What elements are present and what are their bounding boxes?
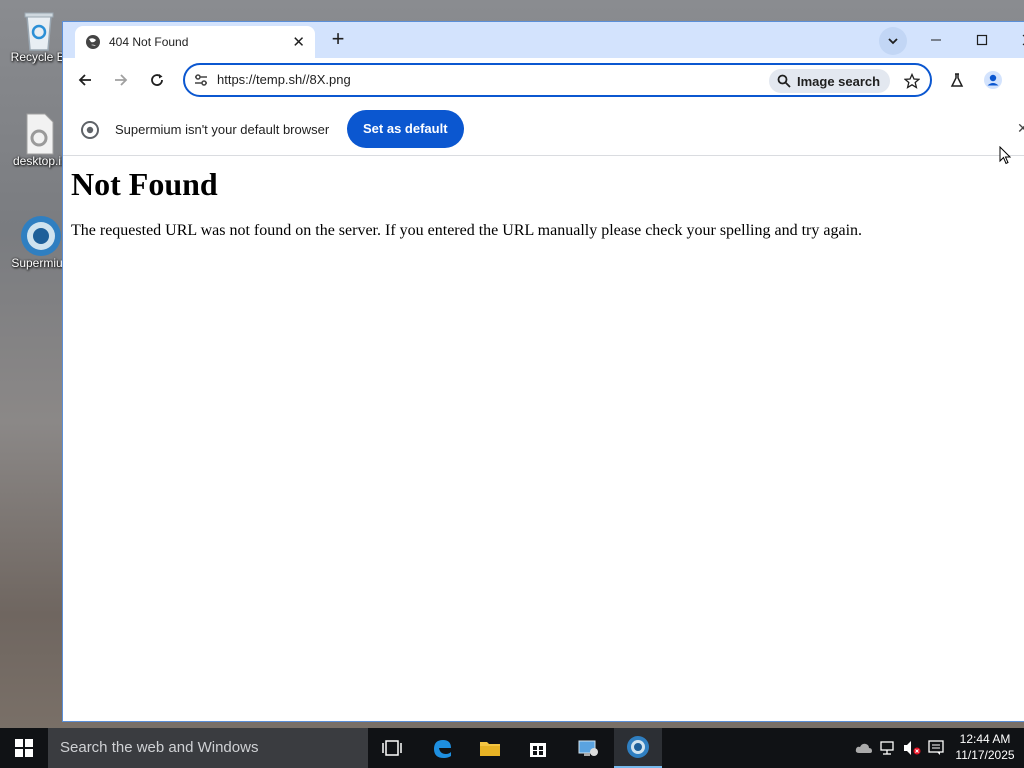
globe-icon	[85, 34, 101, 50]
taskbar-clock[interactable]: 12:44 AM 11/17/2025	[950, 731, 1020, 763]
minimize-icon	[931, 39, 941, 41]
taskbar-search-box[interactable]: Search the web and Windows	[48, 728, 368, 768]
minimize-button[interactable]	[913, 22, 959, 58]
star-icon	[904, 73, 920, 89]
set-as-default-button[interactable]: Set as default	[347, 110, 464, 148]
new-tab-button[interactable]: +	[325, 27, 351, 53]
arrow-right-icon	[115, 74, 128, 86]
maximize-button[interactable]	[959, 22, 1005, 58]
reload-button[interactable]	[143, 66, 171, 94]
cloud-icon	[855, 743, 872, 753]
tab-search-button[interactable]	[879, 27, 907, 55]
toolbar: https://temp.sh/​/8X.png Image search	[63, 58, 1024, 102]
mouse-cursor-icon	[999, 146, 1011, 165]
profile-button[interactable]	[979, 66, 1007, 94]
url-text[interactable]: https://temp.sh/​/8X.png	[217, 72, 351, 87]
volume-tray[interactable]	[900, 728, 924, 768]
store-icon	[530, 743, 546, 757]
edge-icon	[434, 740, 451, 758]
recycle-bin-icon	[19, 8, 59, 51]
address-bar[interactable]: https://temp.sh/​/8X.png Image search	[183, 63, 932, 97]
volume-muted-icon	[904, 741, 921, 755]
chevron-down-icon	[888, 38, 898, 45]
close-window-button[interactable]	[1005, 22, 1024, 58]
site-info-icon[interactable]	[193, 72, 209, 88]
taskbar-store[interactable]	[514, 728, 562, 768]
windows-logo-icon	[15, 739, 33, 757]
tab-404[interactable]: 404 Not Found ✕	[75, 26, 315, 58]
reload-icon	[151, 74, 163, 86]
maximize-icon	[976, 34, 988, 46]
clock-date: 11/17/2025	[955, 748, 1015, 762]
close-tab-icon[interactable]: ✕	[292, 33, 305, 51]
start-button[interactable]	[0, 728, 48, 768]
flask-icon	[950, 73, 964, 87]
tab-strip: 404 Not Found ✕ +	[63, 22, 1024, 58]
taskbar: Search the web and Windows 12:44 AM 11/1…	[0, 728, 1024, 768]
clock-time: 12:44 AM	[959, 732, 1011, 746]
page-heading: Not Found	[71, 166, 218, 202]
close-infobar-icon[interactable]: ✕	[1017, 120, 1024, 137]
search-icon	[777, 74, 791, 88]
supermium-icon	[19, 214, 61, 256]
image-search-label: Image search	[797, 73, 881, 89]
taskbar-supermium[interactable]	[614, 728, 662, 768]
action-center-tray[interactable]	[924, 728, 948, 768]
onedrive-tray[interactable]	[852, 728, 876, 768]
task-view-button[interactable]	[368, 728, 416, 768]
image-search-button[interactable]: Image search	[769, 69, 891, 93]
labs-button[interactable]	[943, 66, 971, 94]
settings-file-icon	[19, 112, 59, 155]
network-tray[interactable]	[876, 728, 900, 768]
arrow-left-icon	[78, 74, 91, 86]
taskbar-control-panel[interactable]	[564, 728, 612, 768]
browser-logo-icon	[81, 121, 99, 139]
page-body-text: The requested URL was not found on the s…	[71, 222, 863, 239]
bookmark-star-button[interactable]	[901, 70, 923, 92]
back-button[interactable]	[71, 66, 99, 94]
control-panel-icon	[578, 740, 598, 756]
taskbar-file-explorer[interactable]	[466, 728, 514, 768]
network-icon	[880, 741, 894, 755]
page-content: Not Found The requested URL was not foun…	[71, 164, 1021, 241]
folder-icon	[480, 742, 500, 756]
tab-title: 404 Not Found	[109, 35, 189, 49]
task-view-icon	[382, 740, 402, 756]
infobar-message: Supermium isn't your default browser	[115, 122, 330, 137]
default-browser-infobar: Supermium isn't your default browser Set…	[63, 102, 1024, 156]
avatar-icon	[984, 71, 1002, 89]
notification-icon	[928, 740, 944, 755]
supermium-icon	[627, 736, 649, 758]
browser-window: 404 Not Found ✕ + https:/	[62, 21, 1024, 722]
taskbar-edge[interactable]	[418, 728, 466, 768]
forward-button[interactable]	[107, 66, 135, 94]
